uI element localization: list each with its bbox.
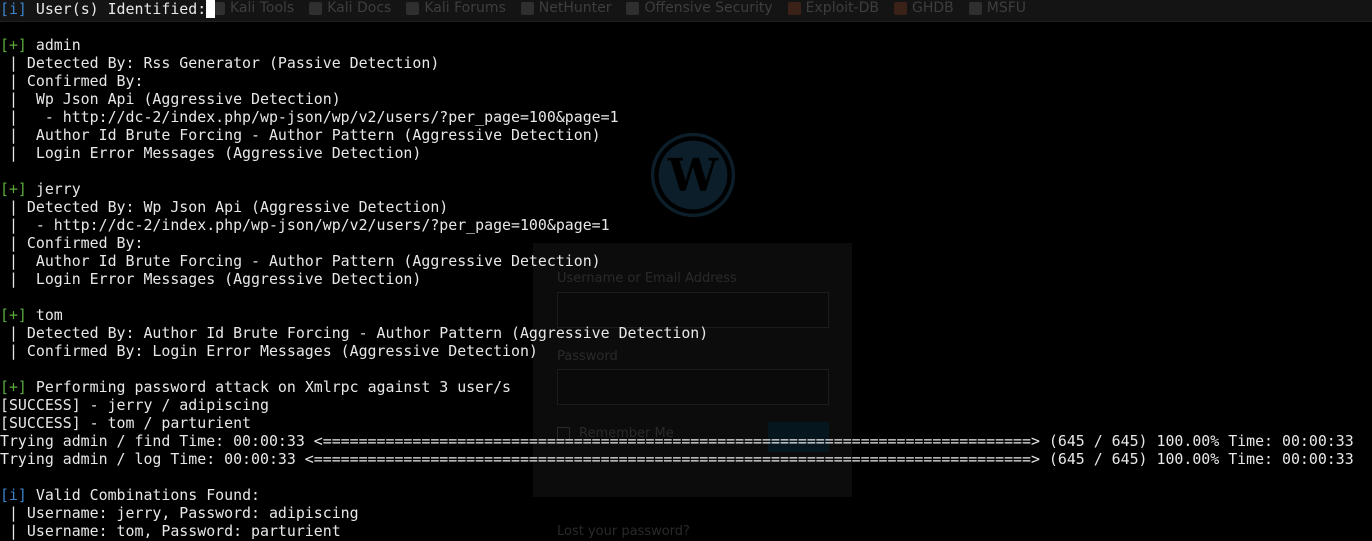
terminal-line-text: Performing password attack on Xmlrpc aga… <box>26 378 512 396</box>
selection-highlight <box>206 0 216 18</box>
terminal-line: [+] Performing password attack on Xmlrpc… <box>0 378 1354 396</box>
terminal-line: | - http://dc-2/index.php/wp-json/wp/v2/… <box>0 108 1354 126</box>
terminal-line-text: | - http://dc-2/index.php/wp-json/wp/v2/… <box>0 108 619 126</box>
terminal-line: | Confirmed By: <box>0 72 1354 90</box>
terminal-line: | Author Id Brute Forcing - Author Patte… <box>0 126 1354 144</box>
terminal-line: | Username: tom, Password: parturient <box>0 522 1354 540</box>
terminal-line-text: | Detected By: Rss Generator (Passive De… <box>0 54 440 72</box>
plus-marker: [+] <box>0 378 27 396</box>
terminal-line-text: admin <box>26 36 81 54</box>
terminal-line-text: | Confirmed By: Login Error Messages (Ag… <box>0 342 538 360</box>
terminal-line: [SUCCESS] - jerry / adipiscing <box>0 396 1354 414</box>
terminal-line-text: | Login Error Messages (Aggressive Detec… <box>0 270 422 288</box>
terminal-line: | Login Error Messages (Aggressive Detec… <box>0 270 1354 288</box>
screen: Kali Tools Kali Docs Kali Forums NetHunter O… <box>0 0 1372 541</box>
terminal-line: Trying admin / find Time: 00:00:33 <====… <box>0 432 1354 450</box>
terminal-line-text: [SUCCESS] - tom / parturient <box>0 414 252 432</box>
terminal-line-text: Trying admin / find Time: 00:00:33 <====… <box>0 432 1354 450</box>
terminal-line: Trying admin / log Time: 00:00:33 <=====… <box>0 450 1354 468</box>
terminal-line-text: | Confirmed By: <box>0 234 144 252</box>
terminal-line-text: | Author Id Brute Forcing - Author Patte… <box>0 126 601 144</box>
plus-marker: [+] <box>0 36 27 54</box>
terminal-line-text: | Username: jerry, Password: adipiscing <box>0 504 359 522</box>
terminal-line-text: | Detected By: Author Id Brute Forcing -… <box>0 324 709 342</box>
terminal-line: [i] Valid Combinations Found: <box>0 486 1354 504</box>
terminal-line: [+] jerry <box>0 180 1354 198</box>
terminal-line: | Detected By: Rss Generator (Passive De… <box>0 54 1354 72</box>
terminal-line: | Login Error Messages (Aggressive Detec… <box>0 144 1354 162</box>
terminal-line-text: [SUCCESS] - jerry / adipiscing <box>0 396 269 414</box>
info-marker: [i] <box>0 0 27 18</box>
terminal-line: | - http://dc-2/index.php/wp-json/wp/v2/… <box>0 216 1354 234</box>
plus-marker: [+] <box>0 306 27 324</box>
plus-marker: [+] <box>0 180 27 198</box>
terminal-line-text: tom <box>26 306 63 324</box>
terminal-line: | Detected By: Wp Json Api (Aggressive D… <box>0 198 1354 216</box>
terminal-line-text: | Login Error Messages (Aggressive Detec… <box>0 144 422 162</box>
terminal-line: | Detected By: Author Id Brute Forcing -… <box>0 324 1354 342</box>
terminal-line: | Confirmed By: <box>0 234 1354 252</box>
terminal-line: | Wp Json Api (Aggressive Detection) <box>0 90 1354 108</box>
info-marker: [i] <box>0 486 27 504</box>
terminal-line-text: | Username: tom, Password: parturient <box>0 522 341 540</box>
terminal-line-text: jerry <box>26 180 81 198</box>
terminal-output: [i] User(s) Identified: [+] admin | Dete… <box>0 0 1354 540</box>
terminal-line: | Author Id Brute Forcing - Author Patte… <box>0 252 1354 270</box>
terminal-line-text: Valid Combinations Found: <box>26 486 260 504</box>
terminal-line-text: | Detected By: Wp Json Api (Aggressive D… <box>0 198 449 216</box>
terminal-line-text: | Confirmed By: <box>0 72 144 90</box>
terminal-line-text: Trying admin / log Time: 00:00:33 <=====… <box>0 450 1354 468</box>
terminal-line: [+] tom <box>0 306 1354 324</box>
terminal-line: [i] User(s) Identified: <box>0 0 1354 18</box>
terminal-line: [SUCCESS] - tom / parturient <box>0 414 1354 432</box>
terminal-line-text: | Author Id Brute Forcing - Author Patte… <box>0 252 601 270</box>
terminal-line-text: | - http://dc-2/index.php/wp-json/wp/v2/… <box>0 216 610 234</box>
terminal-line: [+] admin <box>0 36 1354 54</box>
terminal-line-text: User(s) Identified: <box>26 0 207 18</box>
terminal-line-text: | Wp Json Api (Aggressive Detection) <box>0 90 341 108</box>
terminal-line: | Username: jerry, Password: adipiscing <box>0 504 1354 522</box>
terminal-line: | Confirmed By: Login Error Messages (Ag… <box>0 342 1354 360</box>
